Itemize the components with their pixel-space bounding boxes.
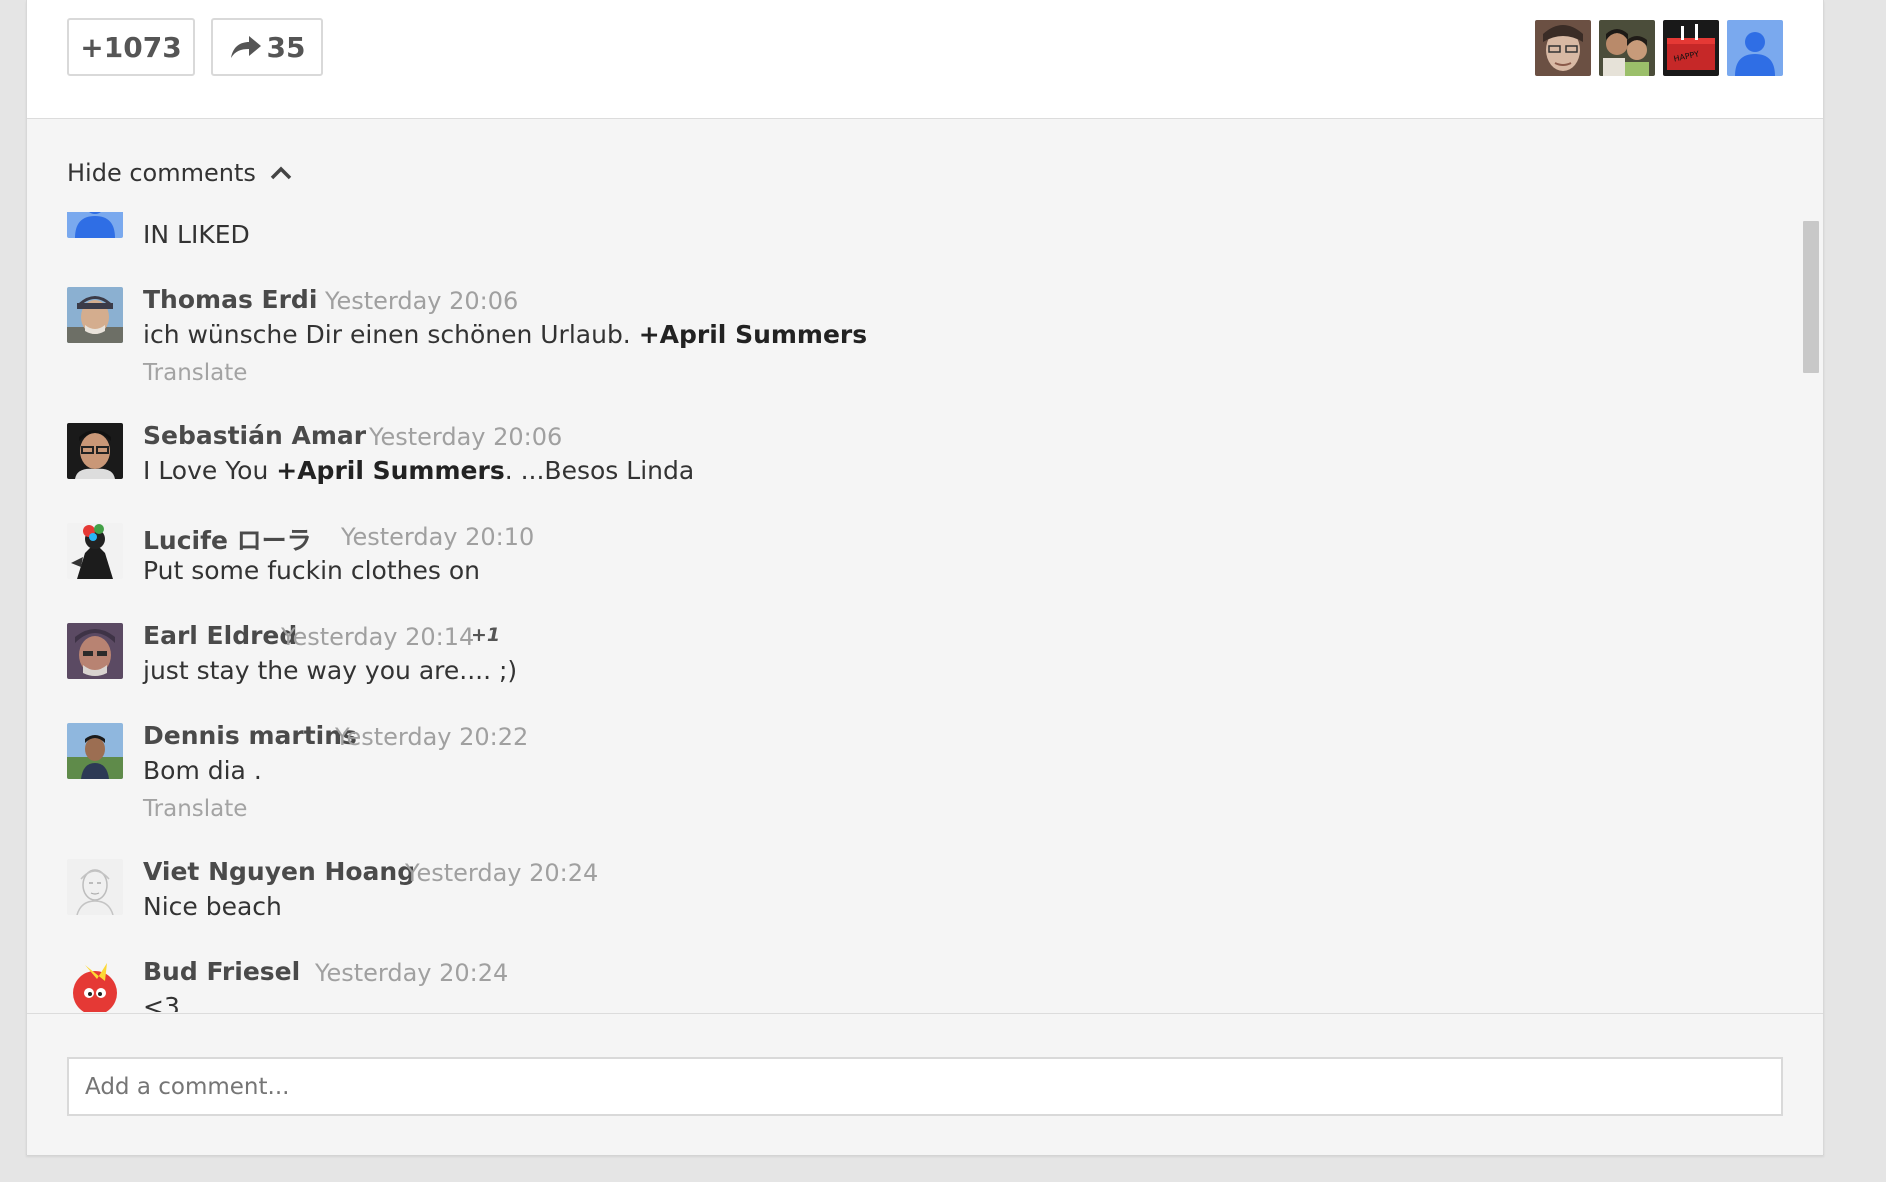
comment-timestamp[interactable]: Yesterday 20:06 — [325, 287, 518, 315]
share-count: 35 — [266, 30, 306, 64]
commenter-avatar[interactable] — [67, 623, 123, 679]
comment-text: IN LIKED — [143, 220, 250, 249]
plus-one-label: +1073 — [80, 30, 182, 64]
post-actions-bar: +1073 35 HAPPY — [27, 0, 1823, 119]
comment-composer — [27, 1013, 1823, 1155]
hide-comments-toggle[interactable]: Hide comments — [67, 157, 292, 189]
comment-text: just stay the way you are.... ;) — [143, 656, 518, 685]
share-arrow-icon — [229, 34, 263, 60]
comment-timestamp[interactable]: Yesterday 20:06 — [369, 423, 562, 451]
pluser-avatar[interactable] — [1727, 20, 1783, 76]
comment-author[interactable]: Earl Eldred — [143, 621, 297, 650]
commenter-avatar[interactable] — [67, 287, 123, 343]
chevron-up-icon — [270, 166, 292, 180]
pluser-avatar[interactable] — [1535, 20, 1591, 76]
commenter-avatar[interactable] — [67, 523, 123, 579]
commenter-avatar[interactable] — [67, 959, 123, 1012]
comment-text: I Love You +April Summers. ...Besos Lind… — [143, 456, 694, 485]
comment-text: <3 — [143, 992, 180, 1012]
comment-text: Bom dia . — [143, 756, 262, 785]
pluser-avatar[interactable]: HAPPY — [1663, 20, 1719, 76]
comment-author[interactable]: Sebastián Amar — [143, 421, 366, 450]
commenter-avatar[interactable] — [67, 212, 123, 238]
pluser-avatar[interactable] — [1599, 20, 1655, 76]
translate-link[interactable]: Translate — [143, 796, 247, 822]
translate-link[interactable]: Translate — [143, 360, 247, 386]
commenter-avatar[interactable] — [67, 859, 123, 915]
share-button[interactable]: 35 — [211, 18, 323, 76]
comment-author[interactable]: Viet Nguyen Hoang — [143, 857, 415, 886]
comment-author[interactable]: Thomas Erdi — [143, 285, 317, 314]
comment-timestamp[interactable]: Yesterday 20:10 — [341, 523, 534, 551]
comment-text-part: ich wünsche Dir einen schönen Urlaub. — [143, 320, 639, 349]
comment-author[interactable]: Lucife ローラ — [143, 521, 312, 557]
comment-author[interactable]: Dennis martins — [143, 721, 357, 750]
commenter-avatar[interactable] — [67, 723, 123, 779]
mention-link[interactable]: +April Summers — [639, 320, 867, 349]
comment-timestamp[interactable]: Yesterday 20:24 — [405, 859, 598, 887]
comment-text: ich wünsche Dir einen schönen Urlaub. +A… — [143, 320, 867, 349]
comments-list[interactable]: IN LIKED Thomas Erdi Yesterday 20:06 ich… — [27, 212, 1823, 1012]
comment-timestamp[interactable]: Yesterday 20:24 — [315, 959, 508, 987]
comment-text-part: . ...Besos Linda — [504, 456, 695, 485]
mention-link[interactable]: +April Summers — [276, 456, 504, 485]
plus-one-button[interactable]: +1073 — [67, 18, 195, 76]
comment-plus-one[interactable]: +1 — [471, 624, 500, 646]
add-comment-input[interactable] — [67, 1057, 1783, 1116]
comment-timestamp[interactable]: Yesterday 20:14 — [281, 623, 474, 651]
comments-scrollbar-thumb[interactable] — [1803, 221, 1819, 373]
comment-text-part: I Love You — [143, 456, 277, 485]
commenter-avatar[interactable] — [67, 423, 123, 479]
hide-comments-label: Hide comments — [67, 159, 256, 187]
comment-timestamp[interactable]: Yesterday 20:22 — [335, 723, 528, 751]
comment-text: Nice beach — [143, 892, 282, 921]
plusers-avatars: HAPPY — [1535, 20, 1783, 76]
comment-text: Put some fuckin clothes on — [143, 556, 480, 585]
comment-author[interactable]: Bud Friesel — [143, 957, 300, 986]
post-card: +1073 35 HAPPY Hide comments IN LIKED Th… — [26, 0, 1824, 1155]
